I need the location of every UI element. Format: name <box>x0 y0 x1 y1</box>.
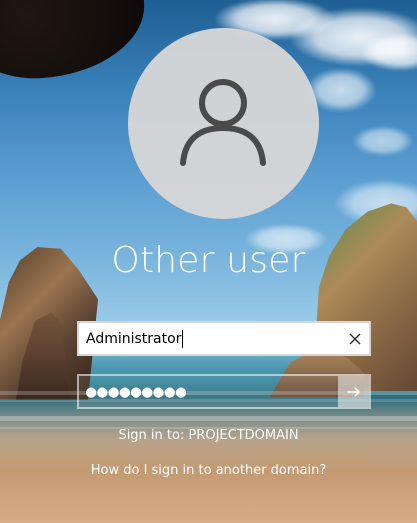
user-avatar <box>128 28 319 219</box>
password-input[interactable]: ●●●●●●●●● <box>79 376 338 407</box>
domain-help-link[interactable]: How do I sign in to another domain? <box>0 463 417 478</box>
user-icon <box>180 79 266 166</box>
username-value: Administrator <box>86 330 182 347</box>
close-icon <box>349 332 361 345</box>
username-input[interactable]: Administrator <box>79 323 343 354</box>
wave-line <box>0 416 417 421</box>
text-caret <box>182 329 184 348</box>
sign-in-domain-text: Sign in to: PROJECTDOMAIN <box>118 428 299 443</box>
password-field[interactable]: ●●●●●●●●● <box>77 374 371 409</box>
windows-login-screen: Other user Administrator ●●●●●●●●● Sign … <box>0 0 417 523</box>
cloud-shape <box>353 126 413 156</box>
arrow-right-icon <box>346 386 360 397</box>
username-field[interactable]: Administrator <box>77 321 371 356</box>
clear-icon[interactable] <box>343 323 367 354</box>
user-display-name: Other user <box>111 240 306 281</box>
submit-button[interactable] <box>338 376 369 407</box>
cave-overhang <box>0 0 149 84</box>
